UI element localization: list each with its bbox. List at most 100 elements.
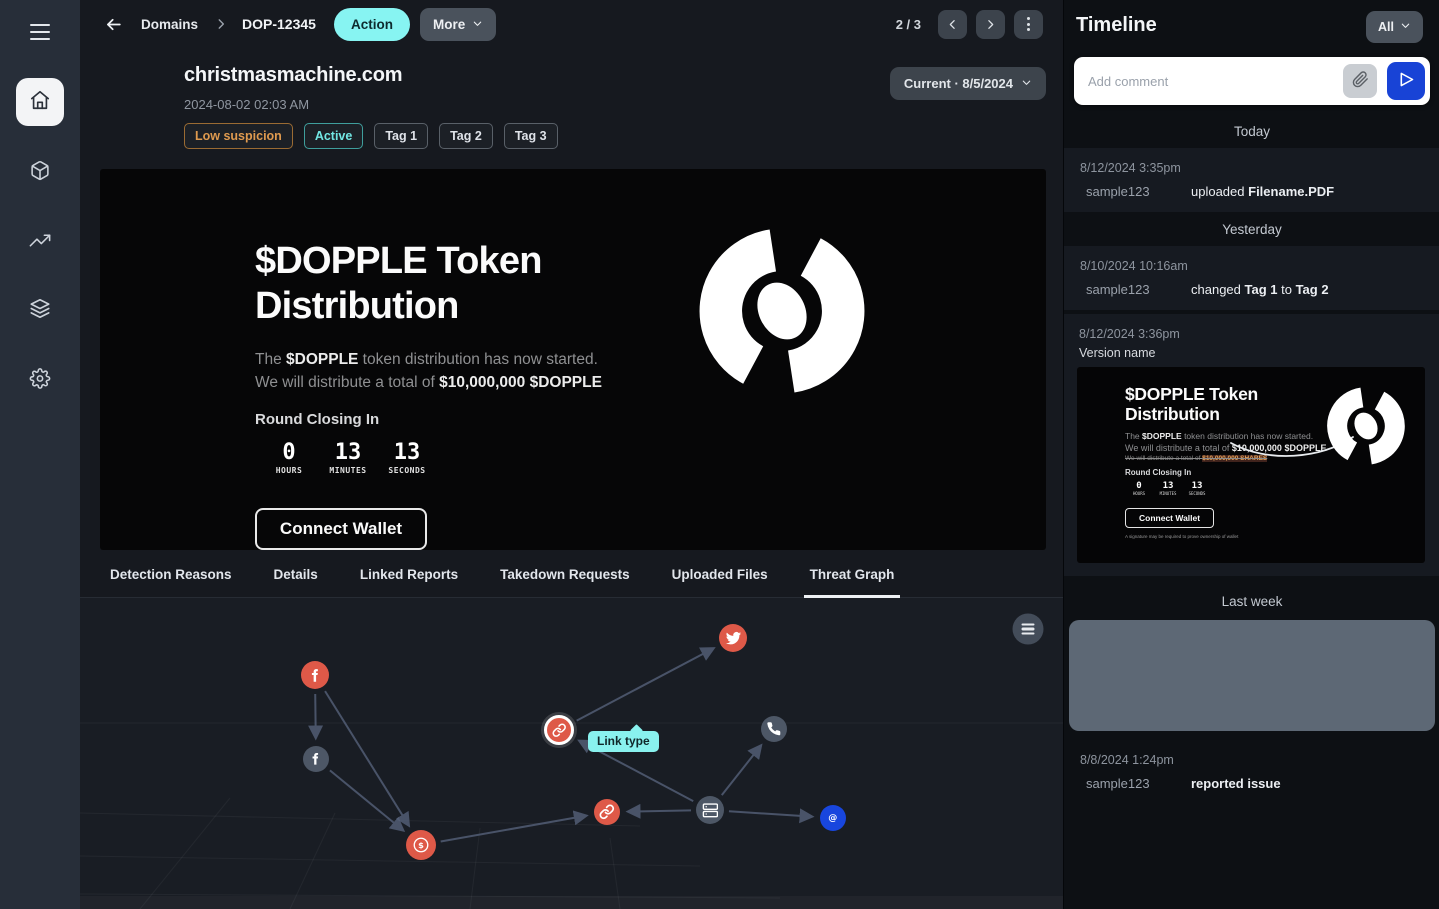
breadcrumb-domains[interactable]: Domains [141,17,198,32]
thumb-connect-wallet: Connect Wallet [1125,508,1214,528]
timeline-filter-button[interactable]: All [1366,11,1423,43]
timeline-entry[interactable]: 8/12/2024 3:35pm sample123 uploaded File… [1064,148,1439,212]
kebab-icon [1027,17,1030,31]
entry-date: 8/8/2024 1:24pm [1080,753,1174,767]
graph-edge [315,694,316,736]
main-content: Domains DOP-12345 Action More 2 / 3 chri… [80,0,1063,909]
redacted-entry-placeholder[interactable] [1069,620,1435,731]
thumb-title: $DOPPLE TokenDistribution [1125,384,1335,424]
graph-options-button[interactable] [1013,614,1044,645]
detected-date: 2024-08-02 02:03 AM [184,97,309,112]
graph-edge [722,747,760,795]
graph-edge [630,810,691,811]
sidebar-item-layers[interactable] [30,298,51,324]
link-node[interactable] [544,715,574,745]
timeline-title: Timeline [1076,14,1157,37]
tag-active[interactable]: Active [304,123,364,149]
kebab-menu-button[interactable] [1014,10,1043,39]
entry-user: sample123 [1086,282,1191,297]
timeline-entry[interactable]: 8/10/2024 10:16am sample123 changed Tag … [1064,246,1439,310]
layers-icon [30,298,51,324]
tab-uploaded-files[interactable]: Uploaded Files [666,561,774,597]
timeline-entry-version[interactable]: 8/12/2024 3:36pm Version name $DOPPLE To… [1064,314,1439,576]
phone-node[interactable] [761,716,787,742]
entry-user: sample123 [1086,184,1191,199]
chevron-right-icon [214,17,228,31]
gear-icon [30,368,51,394]
back-button[interactable] [104,15,123,34]
menu-icon[interactable] [30,24,50,40]
hero-title: $DOPPLE TokenDistribution [255,239,695,329]
topbar: Domains DOP-12345 Action More 2 / 3 [80,0,1063,48]
app: Domains DOP-12345 Action More 2 / 3 chri… [0,0,1439,909]
link-node[interactable] [594,799,620,825]
tag-list: Low suspicion Active Tag 1 Tag 2 Tag 3 [184,123,558,149]
facebook-node[interactable] [303,746,329,772]
tab-linked-reports[interactable]: Linked Reports [354,561,464,597]
facebook-node[interactable] [301,661,329,689]
entry-user: sample123 [1086,776,1191,791]
entry-action: uploaded Filename.PDF [1191,184,1334,199]
hamburger-icon [1022,623,1035,625]
version-selector[interactable]: Current · 8/5/2024 [890,67,1046,100]
connect-wallet-button[interactable]: Connect Wallet [255,508,427,550]
thumb-dopple-logo [1326,386,1406,466]
sidebar [0,0,80,909]
svg-text:$: $ [418,840,424,850]
tab-details[interactable]: Details [268,561,324,597]
dollar-node[interactable]: $ [406,830,436,860]
graph-grid [80,723,1063,909]
tag-3[interactable]: Tag 3 [504,123,558,149]
entry-action: reported issue [1191,776,1281,791]
dopple-logo [697,226,867,396]
sidebar-item-analytics[interactable] [30,230,51,256]
comment-input[interactable] [1088,74,1343,89]
attach-file-button[interactable] [1343,64,1377,98]
sidebar-item-assets[interactable] [30,160,51,186]
page-title: christmasmachine.com [184,64,402,87]
action-button[interactable]: Action [334,8,410,41]
breadcrumb-record-id: DOP-12345 [242,16,316,32]
entry-date: 8/12/2024 3:36pm [1079,327,1180,341]
graph-edge [729,811,810,816]
tag-low-suspicion[interactable]: Low suspicion [184,123,293,149]
comment-composer [1074,57,1430,105]
more-button[interactable]: More [420,8,496,41]
horizontal-scrollbar[interactable] [80,896,1063,909]
paperclip-icon [1352,71,1369,91]
chevron-down-icon [472,17,483,32]
threat-graph[interactable]: $ @ Link type [80,598,1063,909]
sidebar-item-home[interactable] [16,78,64,126]
round-closing-label: Round Closing In [255,411,695,428]
hero-paragraph: The $DOPPLE token distribution has now s… [255,348,695,394]
home-icon [29,89,51,116]
tab-takedown-requests[interactable]: Takedown Requests [494,561,636,597]
twitter-node[interactable] [719,624,747,652]
trending-up-icon [30,230,51,256]
link-type-tooltip: Link type [588,731,659,752]
server-node[interactable] [696,796,724,824]
tag-1[interactable]: Tag 1 [374,123,428,149]
entry-date: 8/12/2024 3:35pm [1080,161,1181,175]
sidebar-item-settings[interactable] [30,368,51,394]
graph-edge [325,691,408,824]
section-yesterday: Yesterday [1064,216,1439,242]
chevron-down-icon [1400,20,1411,34]
section-today: Today [1064,118,1439,144]
countdown: 0HOURS 13MINUTES 13SECONDS [262,440,695,475]
section-last-week: Last week [1064,588,1439,614]
tag-2[interactable]: Tag 2 [439,123,493,149]
send-comment-button[interactable] [1387,62,1425,100]
chevron-down-icon [1021,76,1032,91]
tab-detection-reasons[interactable]: Detection Reasons [104,561,238,597]
site-screenshot: $DOPPLE TokenDistribution The $DOPPLE to… [100,169,1046,550]
timeline-entry[interactable]: 8/8/2024 1:24pm sample123 reported issue [1064,740,1439,804]
prev-record-button[interactable] [938,10,967,39]
entry-action: changed Tag 1 to Tag 2 [1191,282,1329,297]
email-node[interactable]: @ [820,805,846,831]
timeline-panel: Timeline All Today 8/12/2024 3:35pm samp… [1063,0,1439,909]
version-thumbnail[interactable]: $DOPPLE TokenDistribution The $DOPPLE to… [1077,367,1425,563]
pagination-counter: 2 / 3 [896,17,921,32]
next-record-button[interactable] [976,10,1005,39]
tab-threat-graph[interactable]: Threat Graph [804,561,901,597]
